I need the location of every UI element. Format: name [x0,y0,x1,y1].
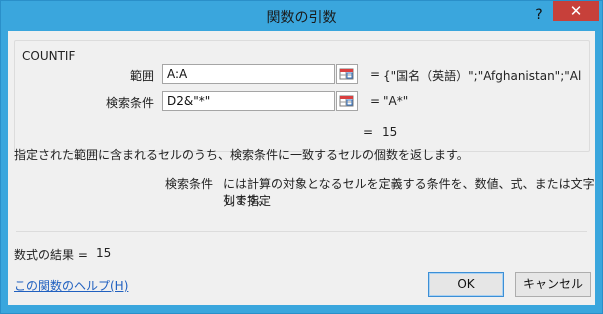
arg-desc-text-1: には計算の対象となるセルを定義する条件を、数値、式、または文字列で指定 [223,177,595,208]
formula-result-label: 数式の結果 = [14,248,88,262]
arg-value-criteria: "A*" [383,94,409,108]
title-bar[interactable]: 関数の引数 ? ✕ [1,1,602,31]
ok-button[interactable]: OK [428,272,504,297]
range-select-icon[interactable] [336,64,358,84]
arg-value-range: {"国名（英語）";"Afghanistan";"Alb [383,69,581,83]
result-preview: 15 [382,125,398,139]
arg-desc-text-2: します。 [223,193,270,207]
arg-label-range: 範囲 [129,69,154,83]
criteria-input[interactable]: D2&"*" [162,91,335,111]
function-description: 指定された範囲に含まれるセルのうち、検索条件に一致するセルの個数を返します。 [14,148,469,162]
cancel-button[interactable]: キャンセル [515,272,591,297]
dialog-title: 関数の引数 [266,10,337,26]
function-arguments-dialog: 関数の引数 ? ✕ COUNTIF 範囲 A:A = {"国名（英語）";"Af… [0,0,603,314]
arg-equals-2: = [370,94,381,108]
arg-desc-name: 検索条件 [165,177,214,191]
arg-label-criteria: 検索条件 [105,96,154,110]
arg-equals-1: = [370,67,381,81]
function-name: COUNTIF [22,49,76,63]
close-button[interactable]: ✕ [553,1,599,21]
formula-result-value: 15 [96,246,112,260]
help-icon[interactable]: ? [530,7,548,25]
dialog-body: COUNTIF 範囲 A:A = {"国名（英語）";"Afghanistan"… [8,31,595,305]
range-input[interactable]: A:A [162,64,335,84]
result-equals: = [363,125,374,139]
criteria-select-icon[interactable] [336,91,358,111]
function-group: COUNTIF 範囲 A:A = {"国名（英語）";"Afghanistan"… [14,40,590,152]
separator [16,231,587,232]
function-help-link[interactable]: この関数のヘルプ(H) [14,277,128,294]
